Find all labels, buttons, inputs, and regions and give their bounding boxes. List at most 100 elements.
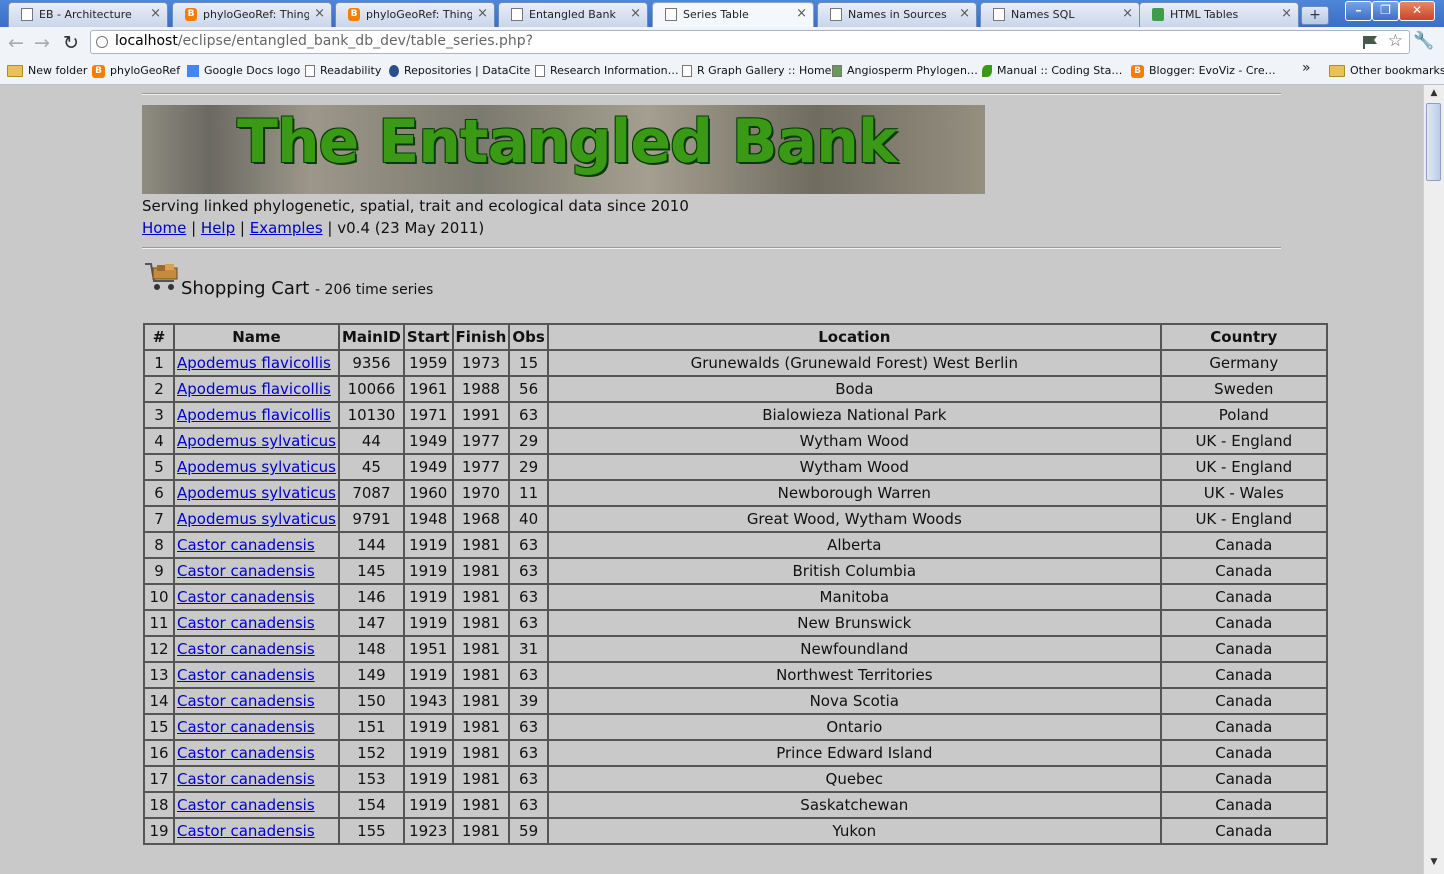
table-cell: Canada (1159, 739, 1328, 767)
table-cell: 1943 (402, 687, 454, 715)
page-icon (665, 8, 677, 21)
tab-label: Series Table (683, 8, 749, 21)
species-link[interactable]: Castor canadensis (177, 562, 315, 580)
examples-link[interactable]: Examples (250, 219, 323, 237)
page-scrollbar[interactable]: ▲ ▼ (1423, 85, 1444, 874)
species-link[interactable]: Apodemus flavicollis (177, 380, 331, 398)
table-cell: Quebec (546, 765, 1162, 793)
address-bar[interactable]: localhost/eclipse/entangled_bank_db_dev/… (90, 30, 1410, 54)
table-cell: 1959 (402, 349, 454, 377)
close-tab-icon[interactable]: × (630, 6, 641, 21)
mid-divider (142, 247, 1281, 249)
browser-tab[interactable]: HTML Tables × (1139, 2, 1299, 27)
url-text[interactable]: localhost/eclipse/entangled_bank_db_dev/… (115, 33, 533, 49)
species-link[interactable]: Castor canadensis (177, 640, 315, 658)
close-tab-icon[interactable]: × (314, 6, 325, 21)
help-link[interactable]: Help (201, 219, 235, 237)
bookmark-item[interactable]: B Blogger: EvoViz - Cre… (1131, 64, 1276, 78)
page-info-icon[interactable] (96, 36, 108, 48)
scrollbar-thumb[interactable] (1426, 103, 1441, 181)
bookmark-item[interactable]: Angiosperm Phylogen… (832, 64, 978, 77)
forward-button[interactable]: → (34, 32, 50, 54)
tab-label: Entangled Bank (529, 8, 616, 21)
scroll-down-arrow[interactable]: ▼ (1427, 856, 1441, 868)
folder-icon (1329, 65, 1345, 77)
species-link[interactable]: Castor canadensis (177, 744, 315, 762)
species-link[interactable]: Castor canadensis (177, 770, 315, 788)
bookmark-item[interactable]: Research Information… (535, 64, 679, 77)
bookmark-item[interactable]: BphyloGeoRef (92, 64, 180, 78)
species-link[interactable]: Castor canadensis (177, 666, 315, 684)
species-cell: Apodemus sylvaticus (173, 479, 340, 507)
maximize-button[interactable]: ❐ (1372, 1, 1399, 21)
table-cell: 1981 (451, 687, 511, 715)
back-button[interactable]: ← (8, 32, 24, 54)
bookmarks-overflow-chevron[interactable]: » (1302, 60, 1311, 76)
blogger-icon: B (185, 8, 197, 21)
species-link[interactable]: Castor canadensis (177, 536, 315, 554)
species-link[interactable]: Castor canadensis (177, 692, 315, 710)
table-cell: UK - Wales (1159, 479, 1328, 507)
table-cell: Newfoundland (546, 635, 1162, 663)
bookmark-item[interactable]: Readability (305, 64, 381, 77)
wrench-menu-icon[interactable]: 🔧 (1413, 31, 1434, 51)
browser-tab[interactable]: BphyloGeoRef: Thing… × (172, 2, 332, 27)
other-bookmarks[interactable]: Other bookmarks (1329, 64, 1444, 77)
browser-tab[interactable]: EB - Architecture × (8, 2, 168, 27)
species-link[interactable]: Apodemus sylvaticus (177, 432, 336, 450)
browser-tab[interactable]: Series Table × (652, 2, 814, 28)
table-cell: 1988 (451, 375, 511, 403)
window-close-button[interactable]: ✕ (1399, 1, 1435, 21)
bookmark-item[interactable]: Manual :: Coding Sta… (982, 64, 1122, 77)
scroll-up-arrow[interactable]: ▲ (1427, 87, 1441, 99)
table-cell: Germany (1159, 349, 1328, 377)
table-cell: 63 (508, 765, 549, 793)
close-tab-icon[interactable]: × (1281, 6, 1292, 21)
browser-tab[interactable]: BphyloGeoRef: Thing… × (335, 2, 495, 27)
url-path: /eclipse/entangled_bank_db_dev/table_ser… (177, 33, 534, 49)
table-cell: 44 (337, 427, 405, 455)
bookmark-item[interactable]: R Graph Gallery :: Home (682, 64, 831, 77)
browser-tab[interactable]: Names in Sources × (817, 2, 977, 27)
species-link[interactable]: Apodemus flavicollis (177, 354, 331, 372)
table-cell: 1960 (402, 479, 454, 507)
close-tab-icon[interactable]: × (1122, 6, 1133, 21)
folder-icon (7, 65, 23, 77)
home-link[interactable]: Home (142, 219, 186, 237)
page-action-icon[interactable] (1361, 34, 1381, 50)
tab-label: HTML Tables (1170, 8, 1239, 21)
species-link[interactable]: Castor canadensis (177, 614, 315, 632)
close-tab-icon[interactable]: × (477, 6, 488, 21)
species-link[interactable]: Apodemus sylvaticus (177, 458, 336, 476)
close-tab-icon[interactable]: × (150, 6, 161, 21)
bookmark-item[interactable]: New folder (7, 64, 87, 77)
species-link[interactable]: Castor canadensis (177, 718, 315, 736)
table-cell: 9 (143, 557, 175, 585)
species-link[interactable]: Apodemus sylvaticus (177, 484, 336, 502)
table-cell: 152 (337, 739, 405, 767)
bookmark-item[interactable]: Google Docs logo (187, 64, 300, 77)
minimize-button[interactable]: – (1345, 1, 1372, 21)
table-cell: 1977 (451, 427, 511, 455)
species-link[interactable]: Apodemus sylvaticus (177, 510, 336, 528)
species-link[interactable]: Apodemus flavicollis (177, 406, 331, 424)
blogger-icon: B (92, 64, 105, 78)
tab-label: EB - Architecture (39, 8, 132, 21)
column-header: Start (402, 323, 454, 351)
table-cell: 39 (508, 687, 549, 715)
new-tab-button[interactable]: + (1301, 6, 1329, 25)
browser-tab[interactable]: Entangled Bank × (498, 2, 648, 27)
browser-tab[interactable]: Names SQL × (980, 2, 1140, 27)
species-link[interactable]: Castor canadensis (177, 796, 315, 814)
bookmark-item[interactable]: Repositories | DataCite (389, 64, 530, 77)
close-tab-icon[interactable]: × (959, 6, 970, 21)
other-bookmarks-label: Other bookmarks (1350, 64, 1444, 77)
species-link[interactable]: Castor canadensis (177, 588, 315, 606)
bookmark-label: Repositories | DataCite (404, 64, 531, 77)
version-label: v0.4 (23 May 2011) (337, 219, 485, 237)
bookmark-star-icon[interactable]: ☆ (1388, 31, 1403, 51)
close-tab-icon[interactable]: × (796, 6, 807, 21)
species-link[interactable]: Castor canadensis (177, 822, 315, 840)
table-cell: 10 (143, 583, 175, 611)
reload-button[interactable]: ↻ (63, 32, 79, 54)
